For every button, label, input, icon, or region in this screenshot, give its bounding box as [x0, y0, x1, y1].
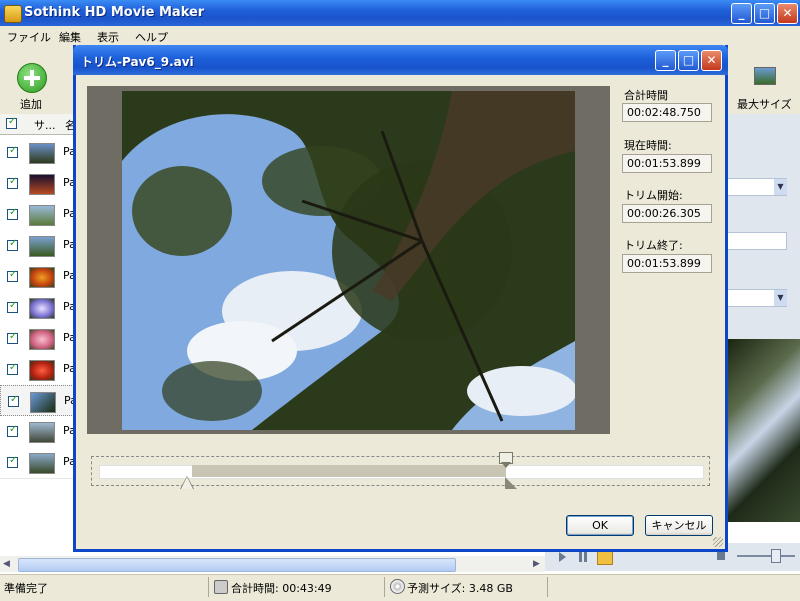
status-separator	[547, 577, 548, 597]
chevron-down-icon: ▼	[774, 179, 787, 195]
settings-panel: ▼ ▼	[727, 114, 800, 339]
settings-dropdown-2[interactable]: ▼	[727, 289, 787, 307]
row-checkbox[interactable]	[7, 145, 18, 158]
trim-start-label: トリム開始:	[624, 189, 683, 202]
add-button-label[interactable]: 追加	[20, 96, 42, 112]
list-item[interactable]: Pa	[0, 230, 76, 262]
row-checkbox[interactable]	[7, 300, 18, 313]
select-all-checkbox[interactable]	[6, 116, 17, 129]
menu-help[interactable]: ヘルプ	[135, 29, 168, 45]
list-item[interactable]: Pa	[0, 354, 76, 386]
list-item[interactable]: Pa	[0, 416, 76, 448]
scroll-left-icon[interactable]: ◀	[3, 559, 10, 569]
close-button[interactable]: ✕	[777, 3, 798, 24]
row-checkbox[interactable]	[7, 238, 18, 251]
row-checkbox[interactable]	[8, 394, 19, 407]
film-icon	[214, 580, 228, 594]
volume-slider-thumb[interactable]	[771, 549, 781, 563]
trim-start-value: 00:00:26.305	[622, 204, 712, 223]
horizontal-scrollbar[interactable]: ◀ ▶	[0, 556, 545, 572]
dialog-maximize-button[interactable]: □	[678, 50, 699, 71]
current-time-value: 00:01:53.899	[622, 154, 712, 173]
dialog-close-button[interactable]: ✕	[701, 50, 722, 71]
trim-start-handle[interactable]	[181, 477, 193, 489]
row-checkbox[interactable]	[7, 269, 18, 282]
file-list-header: サ... 名	[0, 114, 76, 135]
menu-view[interactable]: 表示	[97, 29, 119, 45]
status-text: 準備完了	[4, 582, 48, 595]
thumbnail	[29, 205, 55, 226]
list-item[interactable]: Pa	[0, 137, 76, 169]
scrollbar-thumb[interactable]	[18, 558, 456, 572]
thumbnail	[29, 298, 55, 319]
main-preview-image	[727, 339, 800, 522]
video-preview-image	[122, 91, 575, 430]
list-item-selected[interactable]: Pa	[0, 385, 77, 416]
video-frame-picture	[122, 91, 575, 430]
thumbnail	[29, 360, 55, 381]
row-checkbox[interactable]	[7, 424, 18, 437]
row-checkbox[interactable]	[7, 331, 18, 344]
dialog-minimize-button[interactable]: _	[655, 50, 676, 71]
trim-selected-range[interactable]	[192, 465, 506, 477]
main-window-title: Sothink HD Movie Maker	[24, 5, 205, 20]
list-item[interactable]: Pa	[0, 261, 76, 293]
column-header-thumb[interactable]: サ...	[34, 117, 56, 133]
max-size-icon[interactable]	[754, 67, 776, 85]
pause-icon[interactable]	[579, 552, 582, 562]
app-icon	[4, 5, 22, 23]
total-time-value: 00:02:48.750	[622, 103, 712, 122]
settings-dropdown-1[interactable]: ▼	[727, 178, 787, 196]
volume-slider[interactable]	[737, 555, 795, 557]
thumbnail	[29, 174, 55, 195]
row-checkbox[interactable]	[7, 362, 18, 375]
total-time-label: 合計時間	[624, 89, 668, 102]
thumbnail	[29, 143, 55, 164]
dialog-title: トリム-Pav6_9.avi	[81, 55, 194, 69]
row-checkbox[interactable]	[7, 176, 18, 189]
status-predicted-size: 予測サイズ: 3.48 GB	[407, 582, 513, 595]
thumbnail	[29, 267, 55, 288]
ok-button[interactable]: OK	[566, 515, 634, 536]
trim-end-label: トリム終了:	[624, 239, 683, 252]
cancel-button[interactable]: キャンセル	[645, 515, 713, 536]
status-separator	[208, 577, 209, 597]
list-item[interactable]: Pa	[0, 168, 76, 200]
row-checkbox[interactable]	[7, 207, 18, 220]
max-size-button-label[interactable]: 最大サイズ	[737, 96, 792, 112]
row-checkbox[interactable]	[7, 455, 18, 468]
status-total-time: 合計時間: 00:43:49	[231, 582, 332, 595]
settings-field[interactable]	[727, 232, 787, 250]
add-icon[interactable]	[17, 63, 47, 93]
thumbnail	[30, 392, 56, 413]
current-time-label: 現在時間:	[624, 139, 672, 152]
thumbnail	[29, 422, 55, 443]
current-position-pointer	[501, 462, 511, 468]
disc-icon	[390, 579, 405, 594]
dialog-titlebar[interactable]: トリム-Pav6_9.avi _ □ ✕	[73, 45, 728, 75]
main-titlebar[interactable]: Sothink HD Movie Maker _ □ ✕	[0, 0, 800, 26]
status-bar: 準備完了 合計時間: 00:43:49 予測サイズ: 3.48 GB	[0, 574, 800, 601]
volume-icon[interactable]	[717, 552, 725, 560]
list-item[interactable]: Pa	[0, 292, 76, 324]
trim-end-handle[interactable]	[505, 477, 517, 489]
menu-bar: ファイル 編集 表示 ヘルプ	[0, 26, 800, 46]
resize-grip-icon[interactable]	[713, 537, 723, 547]
menu-edit[interactable]: 編集	[59, 29, 81, 45]
maximize-button[interactable]: □	[754, 3, 775, 24]
list-item[interactable]: Pa	[0, 323, 76, 355]
status-separator	[384, 577, 385, 597]
trim-end-value: 00:01:53.899	[622, 254, 712, 273]
thumbnail	[29, 236, 55, 257]
thumbnail	[29, 329, 55, 350]
menu-file[interactable]: ファイル	[7, 29, 51, 45]
scroll-right-icon[interactable]: ▶	[533, 559, 540, 569]
chevron-down-icon: ▼	[774, 290, 787, 306]
list-item[interactable]: Pa	[0, 447, 76, 479]
thumbnail	[29, 453, 55, 474]
play-icon[interactable]	[559, 552, 566, 562]
list-item[interactable]: Pa	[0, 199, 76, 231]
minimize-button[interactable]: _	[731, 3, 752, 24]
